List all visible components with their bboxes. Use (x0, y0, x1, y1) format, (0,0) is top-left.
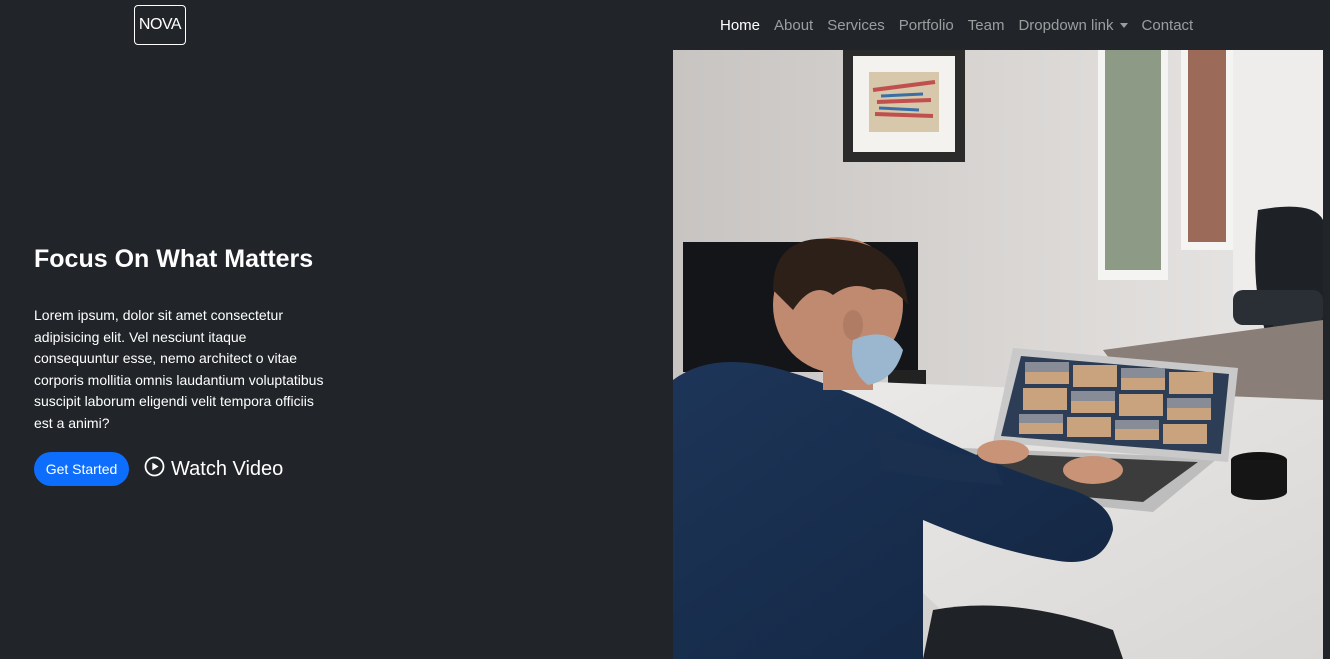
watch-video-link[interactable]: Watch Video (144, 456, 283, 483)
nav-item-portfolio[interactable]: Portfolio (892, 15, 961, 36)
nav-item-about[interactable]: About (767, 15, 820, 36)
nav-item-dropdown[interactable]: Dropdown link (1011, 15, 1134, 36)
nav-item-label: About (774, 17, 814, 34)
main-nav: Home About Services Portfolio Team Dropd… (713, 15, 1200, 36)
nav-item-label: Home (720, 17, 761, 34)
nav-item-label: Contact (1141, 17, 1194, 34)
nav-item-home[interactable]: Home (713, 15, 767, 36)
watch-video-label: Watch Video (171, 458, 284, 480)
hero-title: Focus On What Matters (34, 245, 314, 273)
get-started-button[interactable]: Get Started (34, 452, 129, 486)
caret-down-icon (1119, 23, 1128, 28)
nav-item-contact[interactable]: Contact (1135, 15, 1201, 36)
nav-item-label: Dropdown link (1018, 17, 1114, 34)
nav-item-services[interactable]: Services (820, 15, 892, 36)
hero-image (673, 50, 1323, 659)
get-started-label: Get Started (45, 461, 118, 477)
hero-description: Lorem ipsum, dolor sit amet consectetur … (34, 307, 324, 431)
nav-item-team[interactable]: Team (961, 15, 1012, 36)
brand-logo[interactable]: NOVA (134, 5, 186, 45)
nav-item-label: Services (827, 17, 885, 34)
play-circle-icon (144, 456, 165, 483)
brand-logo-text: NOVA (138, 16, 182, 33)
nav-item-label: Portfolio (898, 17, 954, 34)
nav-item-label: Team (967, 17, 1005, 34)
